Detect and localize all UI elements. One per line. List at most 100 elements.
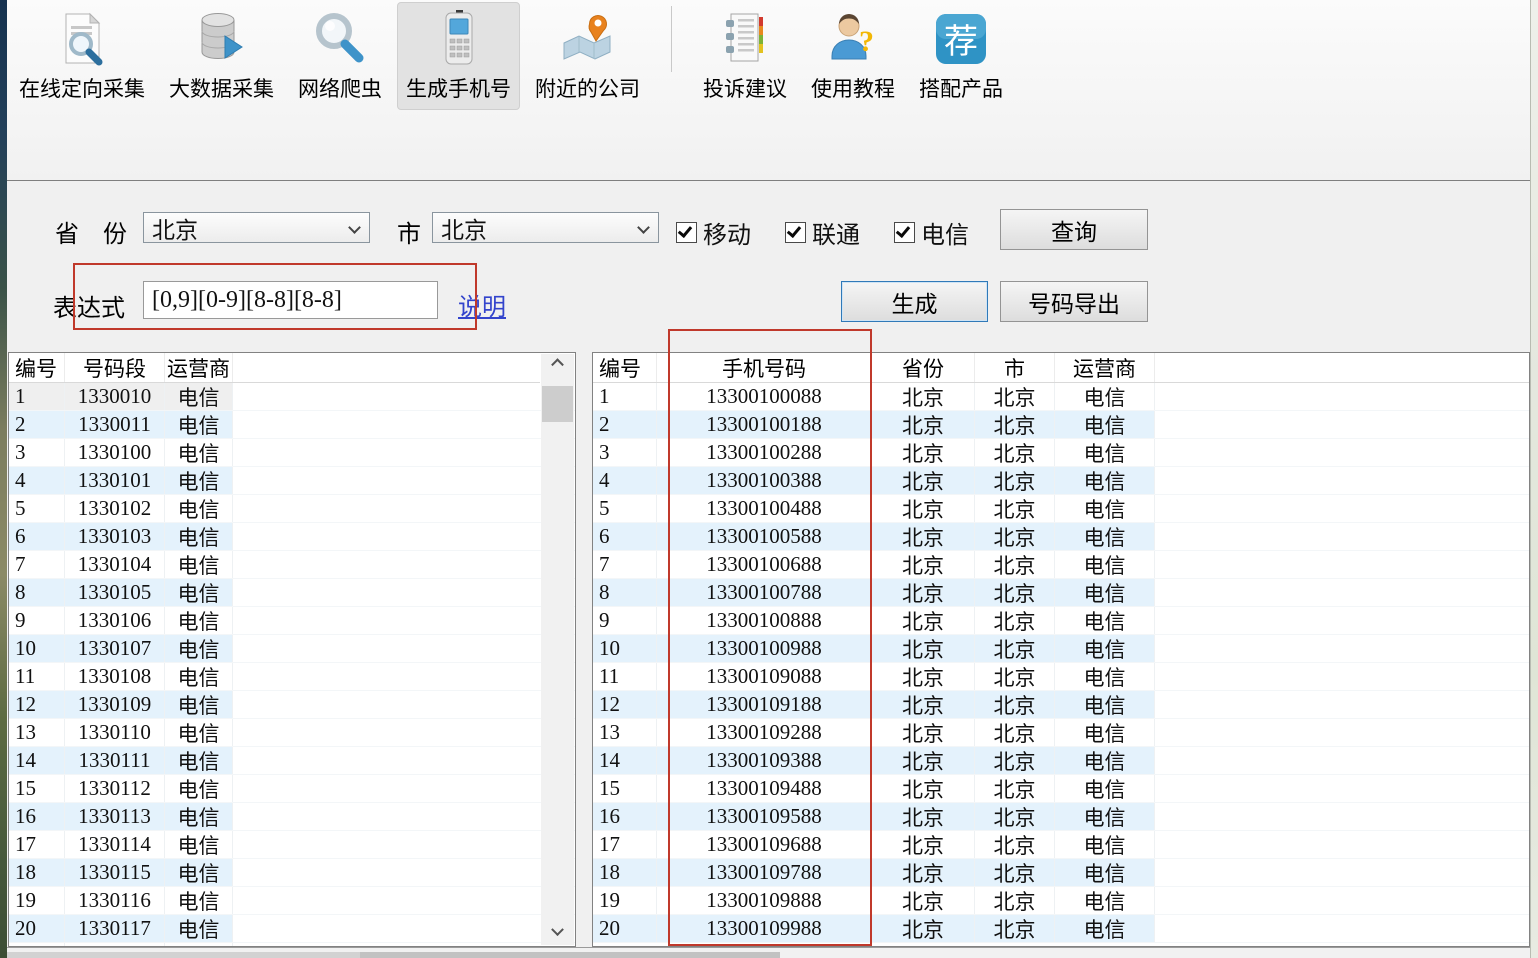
toolbar-item[interactable]: 附近的公司 [526, 2, 649, 110]
table-row[interactable]: 141330111电信 [9, 747, 575, 775]
table-cell: 15 [9, 775, 65, 802]
column-header[interactable]: 运营商 [1055, 353, 1155, 382]
column-header[interactable]: 省份 [872, 353, 975, 382]
table-row[interactable]: 171330114电信 [9, 831, 575, 859]
table-row[interactable]: 313300100288北京北京电信 [593, 439, 1529, 467]
table-row[interactable]: 1113300109088北京北京电信 [593, 663, 1529, 691]
row-filler [1155, 859, 1529, 886]
table-row[interactable]: 111330108电信 [9, 663, 575, 691]
row-filler [233, 411, 575, 438]
table-cell: 北京 [872, 691, 975, 718]
help-link[interactable]: 说明 [458, 287, 506, 322]
table-cell: 电信 [1055, 467, 1155, 494]
row-filler [233, 383, 575, 410]
table-row[interactable]: 213300100188北京北京电信 [593, 411, 1529, 439]
toolbar-item[interactable]: ?使用教程 [802, 2, 904, 110]
table-cell: 16 [593, 803, 657, 830]
table-row[interactable]: 513300100488北京北京电信 [593, 495, 1529, 523]
table-cell: 12 [9, 691, 65, 718]
table-row[interactable]: 613300100588北京北京电信 [593, 523, 1529, 551]
toolbar-item[interactable]: 大数据采集 [160, 2, 283, 110]
table-row[interactable]: 31330100电信 [9, 439, 575, 467]
table-row[interactable]: 81330105电信 [9, 579, 575, 607]
city-select[interactable]: 北京 [432, 212, 659, 243]
chevron-down-icon [348, 221, 361, 234]
table-row[interactable]: 181330115电信 [9, 859, 575, 887]
table-cell: 电信 [1055, 383, 1155, 410]
table-row[interactable]: 41330101电信 [9, 467, 575, 495]
row-filler [1155, 607, 1529, 634]
checkbox-icon [676, 222, 697, 243]
table-row[interactable]: 11330010电信 [9, 383, 575, 411]
table-row[interactable]: 51330102电信 [9, 495, 575, 523]
table-cell: 北京 [975, 495, 1055, 522]
table-row[interactable]: 21330011电信 [9, 411, 575, 439]
toolbar-item[interactable]: 荐搭配产品 [910, 2, 1012, 110]
table-cell: 北京 [872, 747, 975, 774]
table-row[interactable]: 913300100888北京北京电信 [593, 607, 1529, 635]
carrier-checkbox[interactable]: 移动 [676, 215, 751, 250]
table-cell: 电信 [1055, 663, 1155, 690]
table-cell: 1330109 [65, 691, 165, 718]
table-row[interactable]: 61330103电信 [9, 523, 575, 551]
table-cell: 电信 [1055, 831, 1155, 858]
carrier-checkbox[interactable]: 电信 [894, 215, 969, 250]
table-row[interactable]: 1013300100988北京北京电信 [593, 635, 1529, 663]
table-cell: 北京 [872, 551, 975, 578]
table-row[interactable]: 191330116电信 [9, 887, 575, 915]
table-cell: 16 [9, 803, 65, 830]
table-cell: 2 [593, 411, 657, 438]
table-row[interactable]: 1413300109388北京北京电信 [593, 747, 1529, 775]
scrollbar-thumb[interactable] [542, 386, 573, 422]
table-row[interactable]: 71330104电信 [9, 551, 575, 579]
table-row[interactable]: 113300100088北京北京电信 [593, 383, 1529, 411]
table-row[interactable]: 1713300109688北京北京电信 [593, 831, 1529, 859]
carrier-checkbox[interactable]: 联通 [785, 215, 860, 250]
table-cell: 13300100788 [657, 579, 872, 606]
generate-button[interactable]: 生成 [841, 281, 988, 322]
table-row[interactable]: 813300100788北京北京电信 [593, 579, 1529, 607]
column-header[interactable]: 号码段 [65, 353, 165, 382]
table-row[interactable]: 2013300109988北京北京电信 [593, 915, 1529, 943]
column-header[interactable]: 编号 [593, 353, 657, 382]
province-select[interactable]: 北京 [143, 212, 370, 243]
table-row[interactable]: 201330117电信 [9, 915, 575, 943]
row-filler [233, 803, 575, 830]
table-row[interactable]: 121330109电信 [9, 691, 575, 719]
row-filler [233, 887, 575, 914]
table-row[interactable]: 151330112电信 [9, 775, 575, 803]
table-row[interactable]: 101330107电信 [9, 635, 575, 663]
table-row[interactable]: 91330106电信 [9, 607, 575, 635]
table-cell: 北京 [975, 719, 1055, 746]
table-cell: 北京 [872, 803, 975, 830]
table-row[interactable]: 131330110电信 [9, 719, 575, 747]
column-header[interactable]: 运营商 [165, 353, 233, 382]
table-row[interactable]: 1913300109888北京北京电信 [593, 887, 1529, 915]
column-header[interactable]: 市 [975, 353, 1055, 382]
table-row[interactable]: 1613300109588北京北京电信 [593, 803, 1529, 831]
column-header[interactable]: 编号 [9, 353, 65, 382]
phone-numbers-table-header: 编号手机号码省份市运营商 [593, 353, 1529, 383]
scroll-down-button[interactable] [541, 919, 574, 945]
table-row[interactable]: 413300100388北京北京电信 [593, 467, 1529, 495]
table-row[interactable]: 1813300109788北京北京电信 [593, 859, 1529, 887]
table-row[interactable]: 161330113电信 [9, 803, 575, 831]
export-button[interactable]: 号码导出 [1000, 281, 1148, 322]
toolbar-item[interactable]: 网络爬虫 [289, 2, 391, 110]
toolbar-item[interactable]: 生成手机号 [397, 2, 520, 110]
scroll-up-button[interactable] [541, 354, 574, 380]
expression-input[interactable] [143, 281, 438, 319]
column-header[interactable]: 手机号码 [657, 353, 872, 382]
desktop-background-right-edge [1530, 0, 1538, 958]
table-cell: 1330010 [65, 383, 165, 410]
table-cell: 13300109688 [657, 831, 872, 858]
toolbar-item[interactable]: 在线定向采集 [10, 2, 154, 110]
table-row[interactable]: 1213300109188北京北京电信 [593, 691, 1529, 719]
segments-table-scrollbar[interactable] [541, 354, 574, 945]
toolbar-item[interactable]: 投诉建议 [694, 2, 796, 110]
table-row[interactable]: 1313300109288北京北京电信 [593, 719, 1529, 747]
query-button[interactable]: 查询 [1000, 209, 1148, 250]
table-cell: 电信 [165, 579, 233, 606]
table-row[interactable]: 713300100688北京北京电信 [593, 551, 1529, 579]
table-row[interactable]: 1513300109488北京北京电信 [593, 775, 1529, 803]
